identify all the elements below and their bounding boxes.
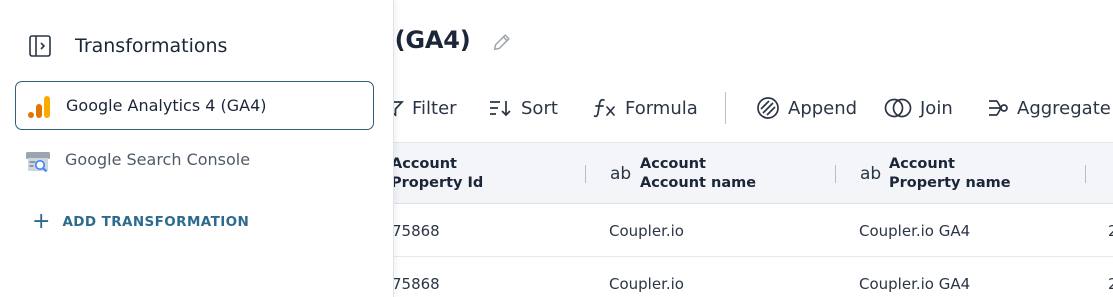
- table-cell: 2: [1108, 275, 1113, 293]
- table-cell: 2: [1108, 222, 1113, 240]
- add-transformation-button[interactable]: + ADD TRANSFORMATION: [32, 210, 249, 234]
- column-header[interactable]: Account Property Id: [391, 155, 483, 193]
- filter-button[interactable]: Filter: [384, 88, 457, 128]
- sort-icon: [490, 101, 511, 117]
- column-resize-handle[interactable]: [585, 165, 586, 183]
- text-type-icon: ab: [860, 164, 882, 184]
- table-cell: Coupler.io: [609, 222, 684, 240]
- edit-pencil-icon[interactable]: [491, 31, 513, 53]
- table-cell: Coupler.io GA4: [859, 222, 971, 240]
- append-icon: [757, 97, 779, 119]
- toolbar-divider: [725, 92, 726, 124]
- aggregate-button[interactable]: Aggregate: [987, 88, 1111, 128]
- aggregate-label: Aggregate: [1017, 97, 1111, 119]
- formula-label: Formula: [625, 97, 698, 119]
- join-button[interactable]: Join: [884, 88, 953, 128]
- column-header-line2: Account name: [640, 175, 757, 191]
- column-header[interactable]: Account Property name: [889, 155, 1011, 193]
- join-icon: [884, 98, 912, 118]
- column-header-line2: Property Id: [391, 175, 484, 191]
- formula-icon: [593, 98, 615, 118]
- text-type-icon: ab: [610, 164, 632, 184]
- join-label: Join: [920, 97, 953, 119]
- add-transformation-label: ADD TRANSFORMATION: [62, 214, 250, 230]
- source-item-google-search-console[interactable]: Google Search Console: [15, 136, 374, 185]
- table-cell: 75868: [392, 222, 440, 240]
- column-header-line1: Account: [889, 156, 955, 172]
- transformations-drawer: Transformations Google Analytics 4 (GA4)…: [0, 0, 394, 297]
- plus-icon: +: [32, 209, 51, 234]
- column-header-line1: Account: [640, 156, 706, 172]
- aggregate-icon: [989, 100, 1008, 116]
- append-button[interactable]: Append: [756, 88, 857, 128]
- sort-label: Sort: [521, 97, 558, 119]
- column-header[interactable]: Account Account name: [640, 155, 756, 193]
- column-resize-handle[interactable]: [835, 165, 836, 183]
- column-header-line1: Account: [391, 156, 457, 172]
- source-item-google-analytics[interactable]: Google Analytics 4 (GA4): [15, 81, 374, 130]
- append-label: Append: [788, 97, 858, 119]
- source-label: Google Analytics 4 (GA4): [66, 96, 267, 115]
- filter-label: Filter: [412, 97, 457, 119]
- column-resize-handle[interactable]: [1085, 165, 1086, 183]
- table-cell: Coupler.io: [609, 275, 684, 293]
- google-analytics-icon: [28, 96, 50, 118]
- sort-button[interactable]: Sort: [489, 88, 558, 128]
- expand-panel-icon[interactable]: [28, 34, 52, 58]
- formula-button[interactable]: Formula: [593, 88, 698, 128]
- column-header-line2: Property name: [889, 175, 1011, 191]
- table-cell: Coupler.io GA4: [859, 275, 971, 293]
- table-cell: 75868: [392, 275, 440, 293]
- drawer-title: Transformations: [75, 35, 228, 57]
- google-search-console-icon: [26, 152, 50, 173]
- source-label: Google Search Console: [65, 150, 251, 169]
